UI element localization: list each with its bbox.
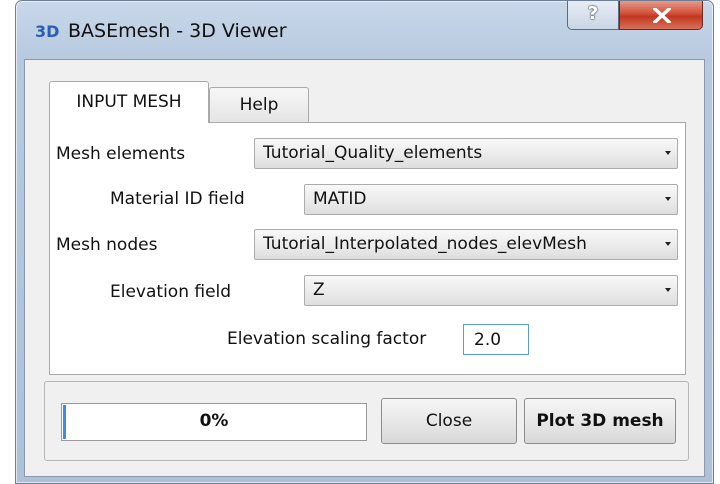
mesh-elements-dropdown[interactable]: Tutorial_Quality_elements	[254, 138, 678, 169]
tab-input-mesh[interactable]: INPUT MESH	[49, 81, 209, 123]
plot-3d-mesh-button[interactable]: Plot 3D mesh	[524, 398, 676, 444]
dialog-client-area: INPUT MESH Help Mesh elements Tutorial_Q…	[24, 59, 705, 477]
progress-bar: 0%	[61, 403, 367, 441]
window-close-button[interactable]	[619, 1, 703, 30]
close-button[interactable]: Close	[381, 398, 517, 444]
elevation-field-dropdown[interactable]: Z	[304, 275, 678, 306]
question-mark-icon: ?	[587, 3, 599, 24]
help-button[interactable]: ?	[567, 1, 619, 30]
chevron-down-icon	[665, 242, 671, 246]
tab-help[interactable]: Help	[209, 87, 309, 123]
mesh-nodes-dropdown[interactable]: Tutorial_Interpolated_nodes_elevMesh	[254, 229, 678, 260]
title-bar[interactable]: 3D BASEmesh - 3D Viewer ?	[16, 1, 713, 59]
chevron-down-icon	[665, 197, 671, 201]
mesh-nodes-label: Mesh nodes	[56, 235, 158, 255]
mesh-nodes-value: Tutorial_Interpolated_nodes_elevMesh	[263, 234, 587, 254]
app-3d-icon: 3D	[35, 22, 60, 41]
chevron-down-icon	[665, 288, 671, 292]
input-mesh-panel: Mesh elements Tutorial_Quality_elements …	[49, 122, 686, 375]
mesh-elements-label: Mesh elements	[56, 144, 186, 164]
window-title: BASEmesh - 3D Viewer	[68, 20, 287, 42]
material-id-field-label: Material ID field	[110, 189, 245, 209]
elevation-field-value: Z	[313, 280, 325, 300]
mesh-elements-value: Tutorial_Quality_elements	[263, 143, 483, 163]
progress-percent: 0%	[199, 411, 229, 431]
elevation-field-label: Elevation field	[110, 282, 232, 302]
close-icon	[653, 8, 671, 23]
elevation-scaling-input[interactable]	[463, 324, 529, 355]
material-id-field-value: MATID	[313, 189, 367, 209]
dialog-window: 3D BASEmesh - 3D Viewer ? INPUT MESH Hel…	[15, 0, 714, 484]
chevron-down-icon	[665, 151, 671, 155]
material-id-field-dropdown[interactable]: MATID	[304, 184, 678, 215]
action-box: 0% Close Plot 3D mesh	[44, 381, 689, 461]
elevation-scaling-label: Elevation scaling factor	[227, 329, 427, 349]
